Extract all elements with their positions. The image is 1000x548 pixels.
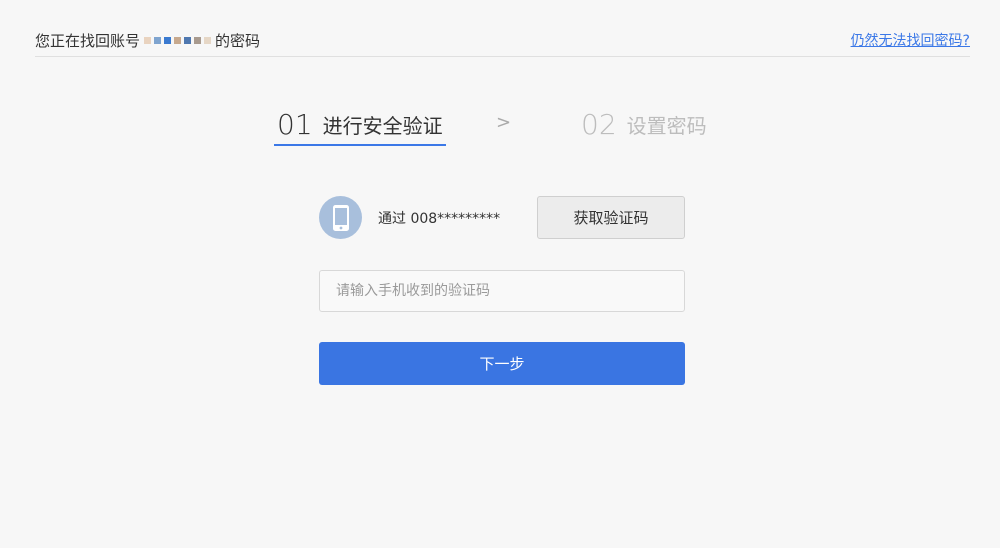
verify-method-text: 通过 008********* <box>378 211 501 227</box>
page-header: 您正在找回账号 的密码 仍然无法找回密码? <box>35 26 970 57</box>
step-1-number: 01 <box>277 107 313 141</box>
next-button[interactable]: 下一步 <box>319 342 685 385</box>
step-2: 02 设置密码 <box>581 104 707 144</box>
header-suffix: 的密码 <box>215 32 261 50</box>
step-1-label: 进行安全验证 <box>322 113 443 138</box>
header-account-text: 您正在找回账号 的密码 <box>35 30 260 51</box>
verification-code-input[interactable] <box>319 270 685 312</box>
step-2-number: 02 <box>581 107 617 141</box>
header-prefix: 您正在找回账号 <box>35 32 141 50</box>
step-2-label: 设置密码 <box>626 113 707 138</box>
step-arrow-icon: > <box>496 112 512 133</box>
step-indicator: 01 进行安全验证 > 02 设置密码 <box>274 104 724 146</box>
mobile-phone-icon <box>319 196 362 239</box>
phone-verification-row: 通过 008********* 获取验证码 <box>319 196 685 239</box>
get-code-button[interactable]: 获取验证码 <box>537 196 685 239</box>
step-1: 01 进行安全验证 <box>274 104 446 146</box>
cannot-recover-link[interactable]: 仍然无法找回密码? <box>851 30 970 50</box>
masked-account-name <box>144 37 212 44</box>
